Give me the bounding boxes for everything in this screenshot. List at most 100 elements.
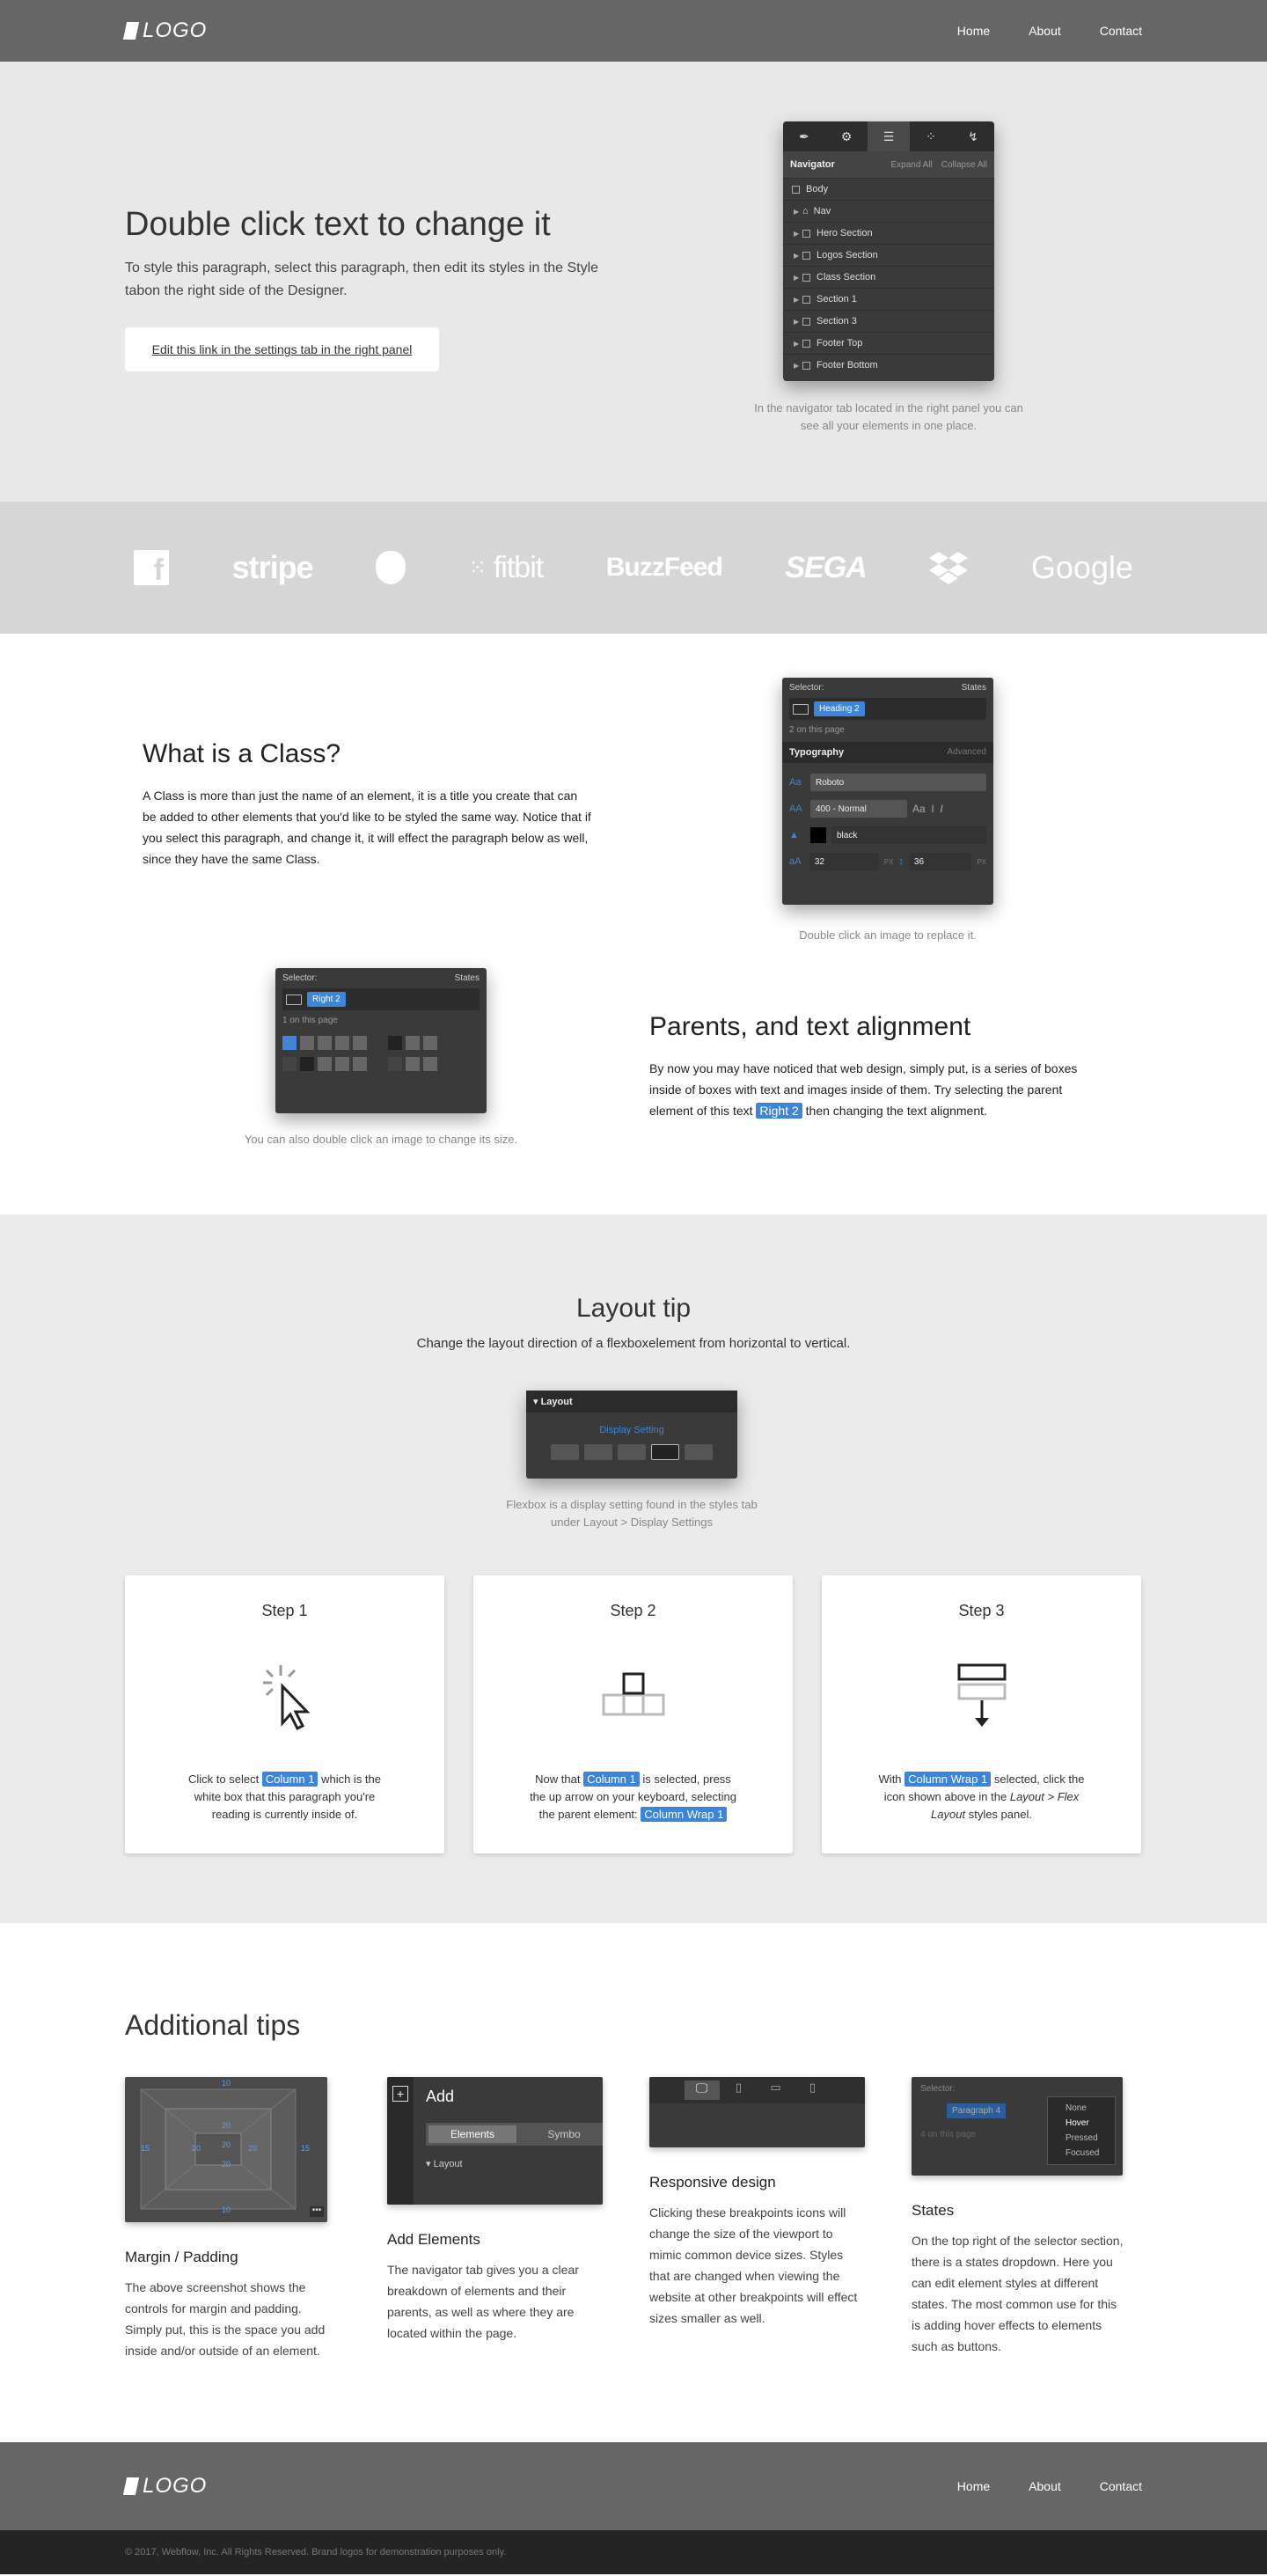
- more-icon: •••: [310, 2206, 324, 2217]
- tip-card-responsive: 🖵 ▯ ▭ ▯ Responsive design Clicking these…: [649, 2077, 865, 2329]
- selector-panel-image[interactable]: Selector: States Heading 2 2 on this page…: [782, 678, 993, 905]
- step-body: With Column Wrap 1 selected, click the i…: [878, 1772, 1085, 1821]
- add-elements-image[interactable]: + Add Elements Symbo ▾ Layout: [387, 2077, 603, 2205]
- parent-select-icon: [473, 1660, 793, 1730]
- size-icon: aA: [789, 856, 802, 867]
- copyright-text: © 2017, Webflow, Inc. All Rights Reserve…: [125, 2547, 507, 2558]
- line-height-field: 36: [908, 853, 972, 870]
- navigator-header: Navigator Expand All Collapse All: [783, 151, 994, 178]
- fitbit-dots-icon: ⁙: [468, 555, 487, 580]
- nav-link-home[interactable]: Home: [957, 24, 990, 38]
- expand-all-link: Expand All: [890, 160, 933, 170]
- top-nav: LOGO Home About Contact: [0, 0, 1267, 62]
- step-title: Step 2: [610, 1602, 656, 1619]
- step-card-2[interactable]: Step 2 Now that Column 1 is selected, pr…: [473, 1575, 793, 1853]
- size-field: 32: [809, 853, 879, 870]
- states-image[interactable]: Selector: Paragraph 4 4 on this page Non…: [912, 2077, 1123, 2176]
- layout-tip-title[interactable]: Layout tip: [125, 1294, 1142, 1324]
- tip-card-add: + Add Elements Symbo ▾ Layout Add Elemen…: [387, 2077, 603, 2344]
- logo[interactable]: LOGO: [122, 18, 207, 43]
- apple-logo-icon: [376, 551, 406, 584]
- phone-icon: ▯: [809, 2081, 817, 2094]
- right-2-chip: Right 2: [756, 1103, 802, 1119]
- caret-right-icon: ▶: [794, 273, 800, 282]
- caret-down-icon: ▾: [533, 1397, 541, 1407]
- tip-card-states: Selector: Paragraph 4 4 on this page Non…: [912, 2077, 1127, 2357]
- navigator-icon: ☰: [868, 121, 910, 151]
- layout-tip-lead[interactable]: Change the layout direction of a flexbox…: [125, 1336, 1142, 1351]
- tip-title: Add Elements: [387, 2231, 480, 2248]
- hero-section: Double click text to change it To style …: [0, 62, 1267, 502]
- parents-title[interactable]: Parents, and text alignment: [649, 1012, 970, 1042]
- plus-icon: +: [392, 2086, 408, 2102]
- responsive-image[interactable]: 🖵 ▯ ▭ ▯: [649, 2077, 865, 2147]
- additional-tips-section: Additional tips 10 15 20 20 20 20 15 10 …: [0, 1923, 1267, 2442]
- step-body: Click to select Column 1 which is the wh…: [187, 1772, 381, 1821]
- nav-link-about[interactable]: About: [1029, 24, 1061, 38]
- hero-button[interactable]: Edit this link in the settings tab in th…: [125, 327, 439, 371]
- element-icon: [286, 994, 302, 1005]
- caret-right-icon: ▶: [794, 207, 800, 216]
- elements-tab: Elements: [428, 2125, 516, 2143]
- tip-title: Responsive design: [649, 2174, 776, 2191]
- footer-link-home[interactable]: Home: [957, 2479, 990, 2493]
- home-icon: ⌂: [802, 206, 809, 217]
- facebook-logo-icon: f: [134, 550, 169, 585]
- color-field: black: [831, 826, 986, 844]
- element-icon: [793, 703, 809, 715]
- step-card-1[interactable]: Step 1 Click to select Column 1 which is…: [125, 1575, 444, 1853]
- navigator-row: ▶ Section 3: [783, 310, 994, 332]
- color-icon: ▲: [789, 830, 799, 840]
- count-label: 2 on this page: [789, 725, 845, 735]
- footer-logo[interactable]: LOGO: [122, 2474, 207, 2499]
- line-height-icon: ↕: [898, 856, 904, 867]
- box-icon: [802, 251, 810, 260]
- caret-right-icon: ▶: [794, 251, 800, 260]
- desktop-icon: 🖵: [684, 2081, 720, 2100]
- tip-card-margin: 10 15 20 20 20 20 15 10 20 ••• Margin / …: [125, 2077, 341, 2361]
- layout-panel-image[interactable]: ▾ Layout Display Setting: [526, 1391, 737, 1479]
- class-chip: Right 2: [307, 992, 346, 1007]
- navigator-row: ▶ Class Section: [783, 266, 994, 288]
- typography-label: Typography: [789, 747, 845, 758]
- tip-title: States: [912, 2202, 955, 2219]
- navigator-row: ▶ Footer Top: [783, 332, 994, 354]
- fitbit-logo: ⁙ fitbit: [468, 550, 544, 584]
- footer-link-contact[interactable]: Contact: [1100, 2479, 1142, 2493]
- footer-link-about[interactable]: About: [1029, 2479, 1061, 2493]
- margin-padding-image[interactable]: 10 15 20 20 20 20 15 10 20 •••: [125, 2077, 327, 2222]
- logos-section: f stripe ⁙ fitbit BuzzFeed SEGA Google: [0, 502, 1267, 634]
- nav-link-contact[interactable]: Contact: [1100, 24, 1142, 38]
- navigator-row: ▶ Logos Section: [783, 244, 994, 266]
- google-logo: Google: [1030, 549, 1133, 585]
- class-title[interactable]: What is a Class?: [143, 739, 341, 769]
- layout-section-label: ▾ Layout: [426, 2159, 463, 2169]
- tip-body: Clicking these breakpoints icons will ch…: [649, 2205, 858, 2325]
- display-options: [526, 1444, 737, 1460]
- box-icon: [802, 339, 810, 348]
- caret-right-icon: ▶: [794, 317, 800, 326]
- additional-tips-title[interactable]: Additional tips: [125, 2009, 300, 2042]
- navigator-caption: In the navigator tab located in the righ…: [754, 401, 1023, 432]
- box-icon: [802, 295, 810, 304]
- hero-subtitle[interactable]: To style this paragraph, select this par…: [125, 257, 618, 303]
- footer-links: Home About Contact: [919, 2479, 1142, 2493]
- parents-body[interactable]: By now you may have noticed that web des…: [649, 1058, 1107, 1121]
- dropbox-logo-icon: [929, 550, 969, 585]
- font-icon: Aa: [789, 777, 802, 788]
- selector-panel-small-image[interactable]: Selector: States Right 2 1 on this page: [275, 968, 487, 1113]
- vertical-layout-icon: [822, 1660, 1141, 1730]
- display-setting-label: Display Setting: [599, 1425, 664, 1435]
- hero-title[interactable]: Double click text to change it: [125, 206, 551, 244]
- caret-right-icon: ▶: [794, 361, 800, 370]
- selector-small-caption: You can also double click an image to ch…: [244, 1133, 518, 1146]
- states-label: States: [961, 683, 986, 693]
- weight-select: 400 - Normal: [810, 800, 907, 818]
- navigator-panel-image[interactable]: ✒ ⚙ ☰ ⁘ ↯ Navigator Expand All Collapse A…: [783, 121, 994, 381]
- click-cursor-icon: [125, 1660, 444, 1730]
- class-body[interactable]: A Class is more than just the name of an…: [143, 785, 591, 870]
- caret-right-icon: ▶: [794, 339, 800, 348]
- step-card-3[interactable]: Step 3 With Column Wrap 1 selected, clic…: [822, 1575, 1141, 1853]
- stripe-logo: stripe: [231, 549, 314, 585]
- layout-tip-section: Layout tip Change the layout direction o…: [0, 1215, 1267, 1923]
